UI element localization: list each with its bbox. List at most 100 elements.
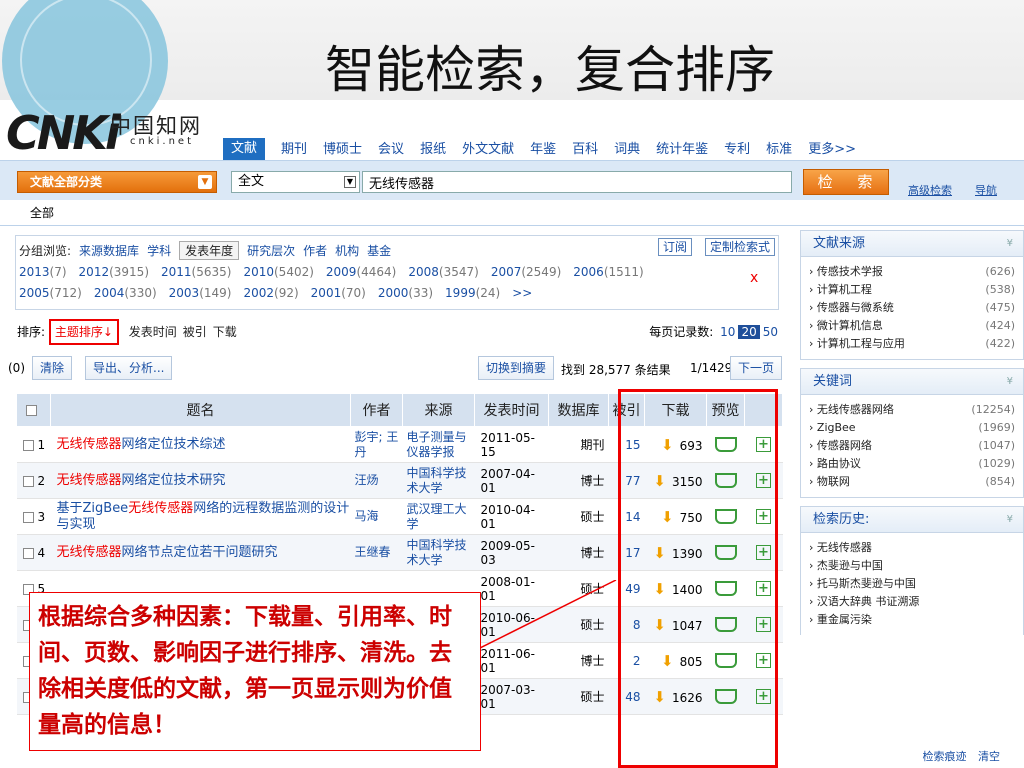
group-item[interactable]: 学科 (147, 242, 171, 259)
sidebar-item[interactable]: › 微计算机信息 (424) (801, 317, 1023, 335)
sort-option[interactable]: 发表时间 (129, 325, 177, 339)
sidebar-item[interactable]: › 汉语大辞典 书证溯源 (801, 593, 1023, 611)
source-link[interactable]: 中国科学技术大学 (407, 466, 467, 495)
source-link[interactable]: 电子测量与仪器学报 (407, 430, 467, 459)
row-checkbox[interactable] (22, 547, 34, 559)
search-button[interactable]: 检 索 (803, 169, 889, 195)
sidebar-item[interactable]: › 杰斐逊与中国 (801, 557, 1023, 575)
year-filter[interactable]: 2000(33) (378, 286, 433, 300)
result-title-link[interactable]: 基于ZigBee无线传感器网络的远程数据监测的设计与实现 (57, 501, 350, 532)
sidebar-item[interactable]: › 重金属污染 (801, 611, 1023, 629)
year-filter[interactable]: 2011(5635) (161, 265, 231, 279)
select-all-checkbox[interactable] (26, 404, 37, 416)
tab-4[interactable]: 报纸 (420, 140, 446, 160)
row-checkbox[interactable] (22, 475, 34, 487)
year-filter[interactable]: 2005(712) (19, 286, 82, 300)
source-link[interactable]: 中国科学技术大学 (407, 538, 467, 567)
clear-history-link[interactable]: 清空 (978, 750, 1000, 763)
year-filter[interactable]: 2007(2549) (491, 265, 561, 279)
year-filter[interactable]: 2006(1511) (573, 265, 643, 279)
sidebar-item[interactable]: › 托马斯杰斐逊与中国 (801, 575, 1023, 593)
year-filter[interactable]: 2004(330) (94, 286, 157, 300)
group-item[interactable]: 机构 (335, 242, 359, 259)
row-checkbox[interactable] (22, 439, 34, 451)
tab-7[interactable]: 百科 (572, 140, 598, 160)
per-page-option[interactable]: 10 (720, 325, 735, 339)
tab-1[interactable]: 期刊 (281, 140, 307, 160)
sidebar-item[interactable]: › 物联网 (854) (801, 473, 1023, 491)
year-filter[interactable]: 2009(4464) (326, 265, 396, 279)
sidebar-item[interactable]: › 传感器与微系统 (475) (801, 299, 1023, 317)
category-label: 文献全部分类 (30, 175, 103, 189)
tab-3[interactable]: 会议 (378, 140, 404, 160)
per-page-option[interactable]: 20 (738, 325, 760, 339)
tab-8[interactable]: 词典 (614, 140, 640, 160)
search-input[interactable] (362, 171, 792, 193)
year-filter[interactable]: 2013(7) (19, 265, 67, 279)
tab-9[interactable]: 统计年鉴 (656, 140, 708, 160)
author-link[interactable]: 王继春 (355, 545, 391, 559)
year-filter[interactable]: 2001(70) (311, 286, 366, 300)
result-title-link[interactable]: 无线传感器网络定位技术综述 (57, 437, 226, 452)
result-title-link[interactable]: 无线传感器网络节点定位若干问题研究 (57, 545, 278, 560)
year-filter[interactable]: 2008(3547) (408, 265, 478, 279)
sidebar-item[interactable]: › 传感技术学报 (626) (801, 263, 1023, 281)
author-link[interactable]: 马海 (355, 509, 379, 523)
tab-12[interactable]: 更多>> (808, 140, 856, 160)
sidebar-item[interactable]: › 计算机工程 (538) (801, 281, 1023, 299)
result-title-link[interactable]: 无线传感器网络定位技术研究 (57, 473, 226, 488)
tab-6[interactable]: 年鉴 (530, 140, 556, 160)
sidebar-item-label: 无线传感器 (816, 541, 872, 554)
group-item[interactable]: 研究层次 (247, 242, 295, 259)
toggle-abstract-button[interactable]: 切换到摘要 (478, 356, 555, 380)
group-item[interactable]: 发表年度 (179, 241, 240, 260)
row-checkbox[interactable] (22, 511, 34, 523)
year-filter[interactable]: >> (512, 286, 532, 300)
year-filter[interactable]: 2003(149) (169, 286, 232, 300)
sidebar-item[interactable]: › ZigBee (1969) (801, 419, 1023, 437)
source-link[interactable]: 武汉理工大学 (407, 502, 467, 531)
tab-10[interactable]: 专利 (724, 140, 750, 160)
year-filter[interactable]: 1999(24) (445, 286, 500, 300)
search-trace-link[interactable]: 检索痕迹 (923, 750, 967, 763)
sort-by-topic[interactable]: 主题排序↓ (48, 319, 119, 345)
category-dropdown[interactable]: 文献全部分类 ▼ (17, 171, 217, 193)
year-filter[interactable]: 2012(3915) (79, 265, 149, 279)
clear-button[interactable]: 清除 (32, 356, 73, 380)
per-page-option[interactable]: 50 (763, 325, 778, 339)
navigation-link[interactable]: 导航 (975, 182, 997, 198)
sidebar-item[interactable]: › 计算机工程与应用 (422) (801, 335, 1023, 353)
author-link[interactable]: 汪炀 (355, 473, 379, 487)
collapse-icon[interactable]: ¥ (1007, 369, 1013, 395)
sort-option[interactable]: 下载 (213, 325, 237, 339)
cnki-logo[interactable]: CNKi 中国知网 cnki.net (6, 106, 216, 160)
sidebar-item[interactable]: › 传感器网络 (1047) (801, 437, 1023, 455)
panel-title[interactable]: 检索历史: ¥ (801, 507, 1023, 533)
year-filter[interactable]: 2002(92) (243, 286, 298, 300)
group-item[interactable]: 来源数据库 (79, 242, 139, 259)
result-count: 找到 28,577 条结果 (561, 363, 671, 377)
panel-title[interactable]: 文献来源 ¥ (801, 231, 1023, 257)
collapse-icon[interactable]: ¥ (1007, 507, 1013, 533)
tab-2[interactable]: 博硕士 (323, 140, 362, 160)
group-item[interactable]: 作者 (303, 242, 327, 259)
next-page-button[interactable]: 下一页 (730, 356, 783, 380)
sidebar-item[interactable]: › 无线传感器 (801, 539, 1023, 557)
subscribe-button[interactable]: 订阅 (658, 238, 693, 256)
advanced-search-link[interactable]: 高级检索 (908, 182, 952, 198)
close-icon[interactable]: x (750, 270, 758, 286)
collapse-icon[interactable]: ¥ (1007, 231, 1013, 257)
group-item[interactable]: 基金 (367, 242, 391, 259)
author-link[interactable]: 彭宇; 王丹 (355, 430, 399, 459)
tab-11[interactable]: 标准 (766, 140, 792, 160)
sidebar-item[interactable]: › 无线传感器网络 (12254) (801, 401, 1023, 419)
sidebar-item[interactable]: › 路由协议 (1029) (801, 455, 1023, 473)
year-filter[interactable]: 2010(5402) (243, 265, 313, 279)
export-analyze-button[interactable]: 导出、分析... (85, 356, 173, 380)
field-dropdown[interactable]: 全文 ▼ (231, 171, 360, 193)
tab-5[interactable]: 外文文献 (462, 140, 514, 160)
panel-title[interactable]: 关键词 ¥ (801, 369, 1023, 395)
tab-0[interactable]: 文献 (223, 138, 266, 160)
sort-option[interactable]: 被引 (183, 325, 207, 339)
custom-query-button[interactable]: 定制检索式 (705, 238, 776, 256)
